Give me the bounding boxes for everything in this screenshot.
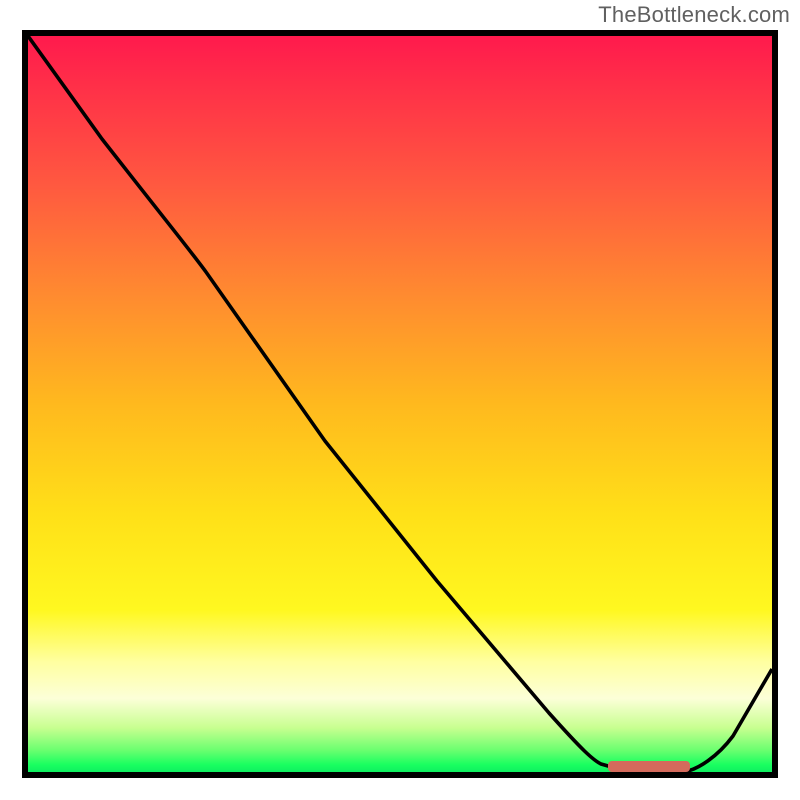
bottleneck-curve: [28, 36, 772, 772]
plot-area: [28, 36, 772, 772]
plot-frame: [22, 30, 778, 778]
attribution-text: TheBottleneck.com: [598, 2, 790, 28]
chart-canvas: TheBottleneck.com: [0, 0, 800, 800]
optimal-range-marker: [608, 761, 690, 772]
overlay-svg: [28, 36, 772, 772]
